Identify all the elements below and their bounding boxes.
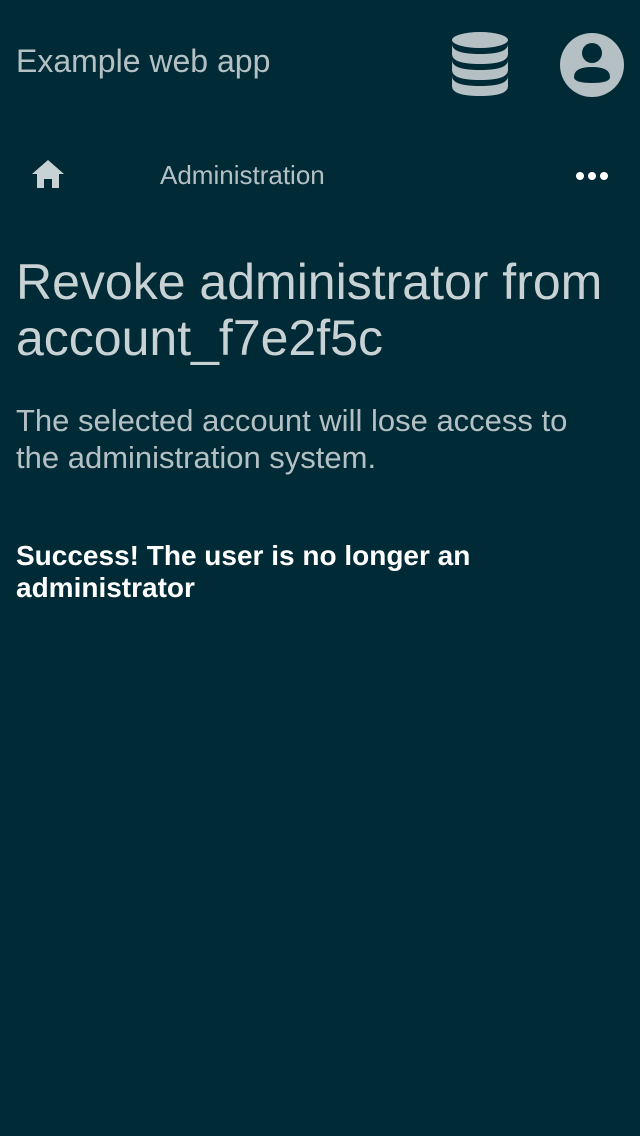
account-circle-icon: [560, 33, 624, 97]
database-icon: [452, 32, 508, 96]
breadcrumb: Administration: [0, 140, 640, 210]
top-app-bar: Example web app: [0, 0, 640, 124]
account-button[interactable]: [558, 31, 626, 99]
database-button[interactable]: [448, 30, 512, 98]
more-horizontal-icon: [576, 172, 608, 180]
page-title: Revoke administrator from account_f7e2f5…: [16, 254, 603, 366]
page-description: The selected account will lose access to…: [16, 403, 568, 475]
home-icon: [32, 160, 64, 188]
home-button[interactable]: [28, 156, 68, 192]
breadcrumb-administration[interactable]: Administration: [160, 160, 325, 190]
app-title: Example web app: [16, 43, 271, 79]
success-message: Success! The user is no longer an admini…: [16, 540, 471, 603]
more-button[interactable]: [568, 162, 616, 190]
